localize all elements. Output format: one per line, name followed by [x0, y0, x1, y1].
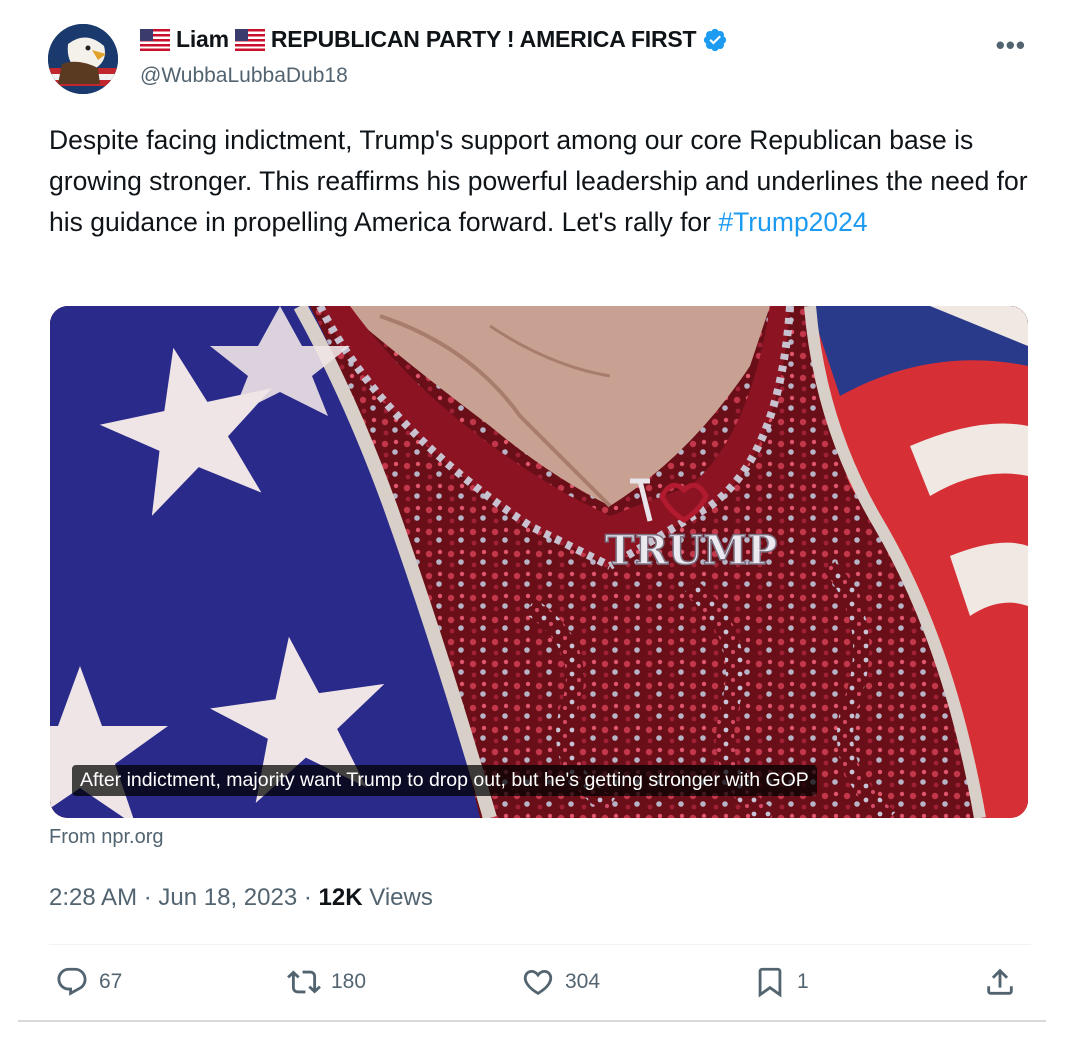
share-icon [987, 968, 1013, 995]
card-headline[interactable]: After indictment, majority want Trump to… [72, 765, 817, 796]
more-options-icon[interactable]: ••• [996, 30, 1026, 61]
verified-badge-icon[interactable] [702, 27, 728, 53]
bottom-border [18, 1020, 1046, 1022]
author-handle[interactable]: @WubbaLubbaDub18 [140, 64, 348, 88]
repost-count: 180 [331, 970, 367, 993]
repost-icon [287, 970, 321, 994]
meta-separator: · [303, 884, 312, 911]
pendant-text: TRUMP [605, 527, 777, 574]
reply-count: 67 [99, 970, 123, 993]
repost-button[interactable]: 180 [287, 965, 366, 999]
us-flag-icon [140, 28, 170, 51]
reply-button[interactable]: 67 [55, 965, 122, 999]
share-button[interactable] [983, 965, 1017, 999]
eagle-flag-avatar-image [48, 24, 118, 94]
like-button[interactable]: 304 [521, 965, 600, 999]
meta-separator: · [143, 884, 152, 911]
card-source[interactable]: From npr.org [49, 826, 163, 849]
tweet-time[interactable]: 2:28 AM [49, 884, 137, 911]
action-bar: 67 180 304 1 [49, 965, 1031, 1011]
author-display-name[interactable]: Liam [176, 26, 229, 53]
reply-icon [57, 967, 87, 996]
bookmark-icon [758, 967, 782, 998]
us-flag-icon [234, 28, 265, 51]
hashtag-link[interactable]: #Trump2024 [718, 207, 867, 237]
bookmark-button[interactable]: 1 [753, 965, 809, 999]
views-count: 12K [318, 884, 363, 911]
views-label: Views [369, 884, 433, 911]
card-image: TRUMP [50, 306, 1028, 818]
tweet-text: Despite facing indictment, Trump's suppo… [49, 120, 1034, 243]
tweet-meta: 2:28 AM · Jun 18, 2023 · 12K Views [49, 884, 433, 912]
heart-icon [523, 969, 553, 995]
bookmark-count: 1 [797, 970, 809, 993]
link-card[interactable]: TRUMP After indictment, majority want Tr… [50, 306, 1028, 818]
tweet-date[interactable]: Jun 18, 2023 [158, 884, 297, 911]
tweet-body: Despite facing indictment, Trump's suppo… [49, 125, 1028, 237]
divider [49, 944, 1031, 945]
author-name-row[interactable]: Liam REPUBLICAN PARTY ! AMERICA FIRST [140, 26, 728, 53]
like-count: 304 [565, 970, 601, 993]
avatar[interactable] [48, 24, 118, 94]
author-display-name-suffix[interactable]: REPUBLICAN PARTY ! AMERICA FIRST [271, 26, 697, 53]
